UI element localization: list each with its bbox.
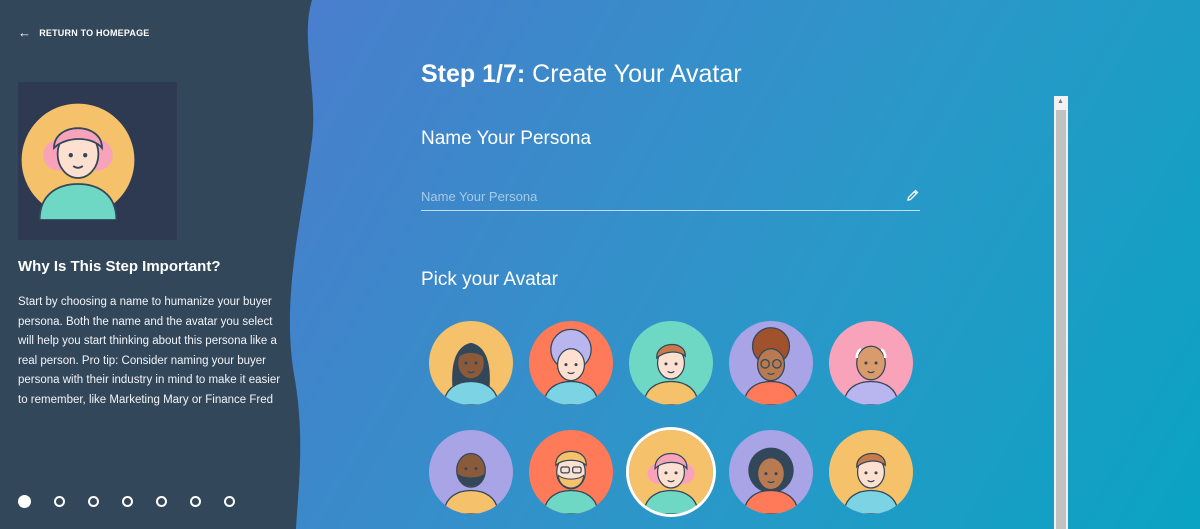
page-title: Step 1/7: Create Your Avatar bbox=[421, 60, 742, 89]
persona-name-input[interactable] bbox=[421, 184, 891, 208]
scroll-up-icon[interactable]: ▲ bbox=[1057, 98, 1064, 105]
why-heading: Why Is This Step Important? bbox=[18, 258, 221, 275]
avatar-section-title: Pick your Avatar bbox=[421, 269, 558, 290]
return-to-homepage-link[interactable]: ← RETURN TO HOMEPAGE bbox=[18, 26, 149, 39]
persona-name-field bbox=[421, 184, 920, 211]
avatar-option-7[interactable] bbox=[529, 430, 613, 514]
step-title: Create Your Avatar bbox=[532, 60, 742, 88]
why-description: Start by choosing a name to humanize you… bbox=[18, 296, 281, 406]
step-dot-5[interactable] bbox=[156, 496, 167, 507]
avatar-preview bbox=[18, 82, 177, 240]
avatar-option-5[interactable] bbox=[829, 321, 913, 405]
step-dot-7[interactable] bbox=[224, 496, 235, 507]
step-dot-2[interactable] bbox=[54, 496, 65, 507]
avatar-option-2[interactable] bbox=[529, 321, 613, 405]
avatar-option-6[interactable] bbox=[429, 430, 513, 514]
step-number: Step 1/7: bbox=[421, 60, 526, 88]
avatar-option-10[interactable] bbox=[829, 430, 913, 514]
step-dot-4[interactable] bbox=[122, 496, 133, 507]
step-dot-1[interactable] bbox=[18, 495, 31, 508]
vertical-scrollbar[interactable]: ▲ bbox=[1054, 96, 1068, 529]
pencil-icon[interactable] bbox=[906, 188, 920, 202]
return-to-homepage-label: RETURN TO HOMEPAGE bbox=[39, 27, 150, 38]
avatar-option-4[interactable] bbox=[729, 321, 813, 405]
arrow-left-icon: ← bbox=[18, 25, 32, 40]
name-section-title: Name Your Persona bbox=[421, 128, 592, 149]
scrollbar-thumb[interactable] bbox=[1056, 110, 1066, 529]
selected-avatar-preview bbox=[19, 101, 137, 220]
avatar-option-8[interactable] bbox=[629, 430, 713, 514]
avatar-option-9[interactable] bbox=[729, 430, 813, 514]
step-dot-6[interactable] bbox=[190, 496, 201, 507]
avatar-option-3[interactable] bbox=[629, 321, 713, 405]
step-progress-dots bbox=[18, 495, 235, 508]
avatar-option-1[interactable] bbox=[429, 321, 513, 405]
step-dot-3[interactable] bbox=[88, 496, 99, 507]
sidebar: ← RETURN TO HOMEPAGE Why Is This Step Im… bbox=[0, 0, 330, 529]
